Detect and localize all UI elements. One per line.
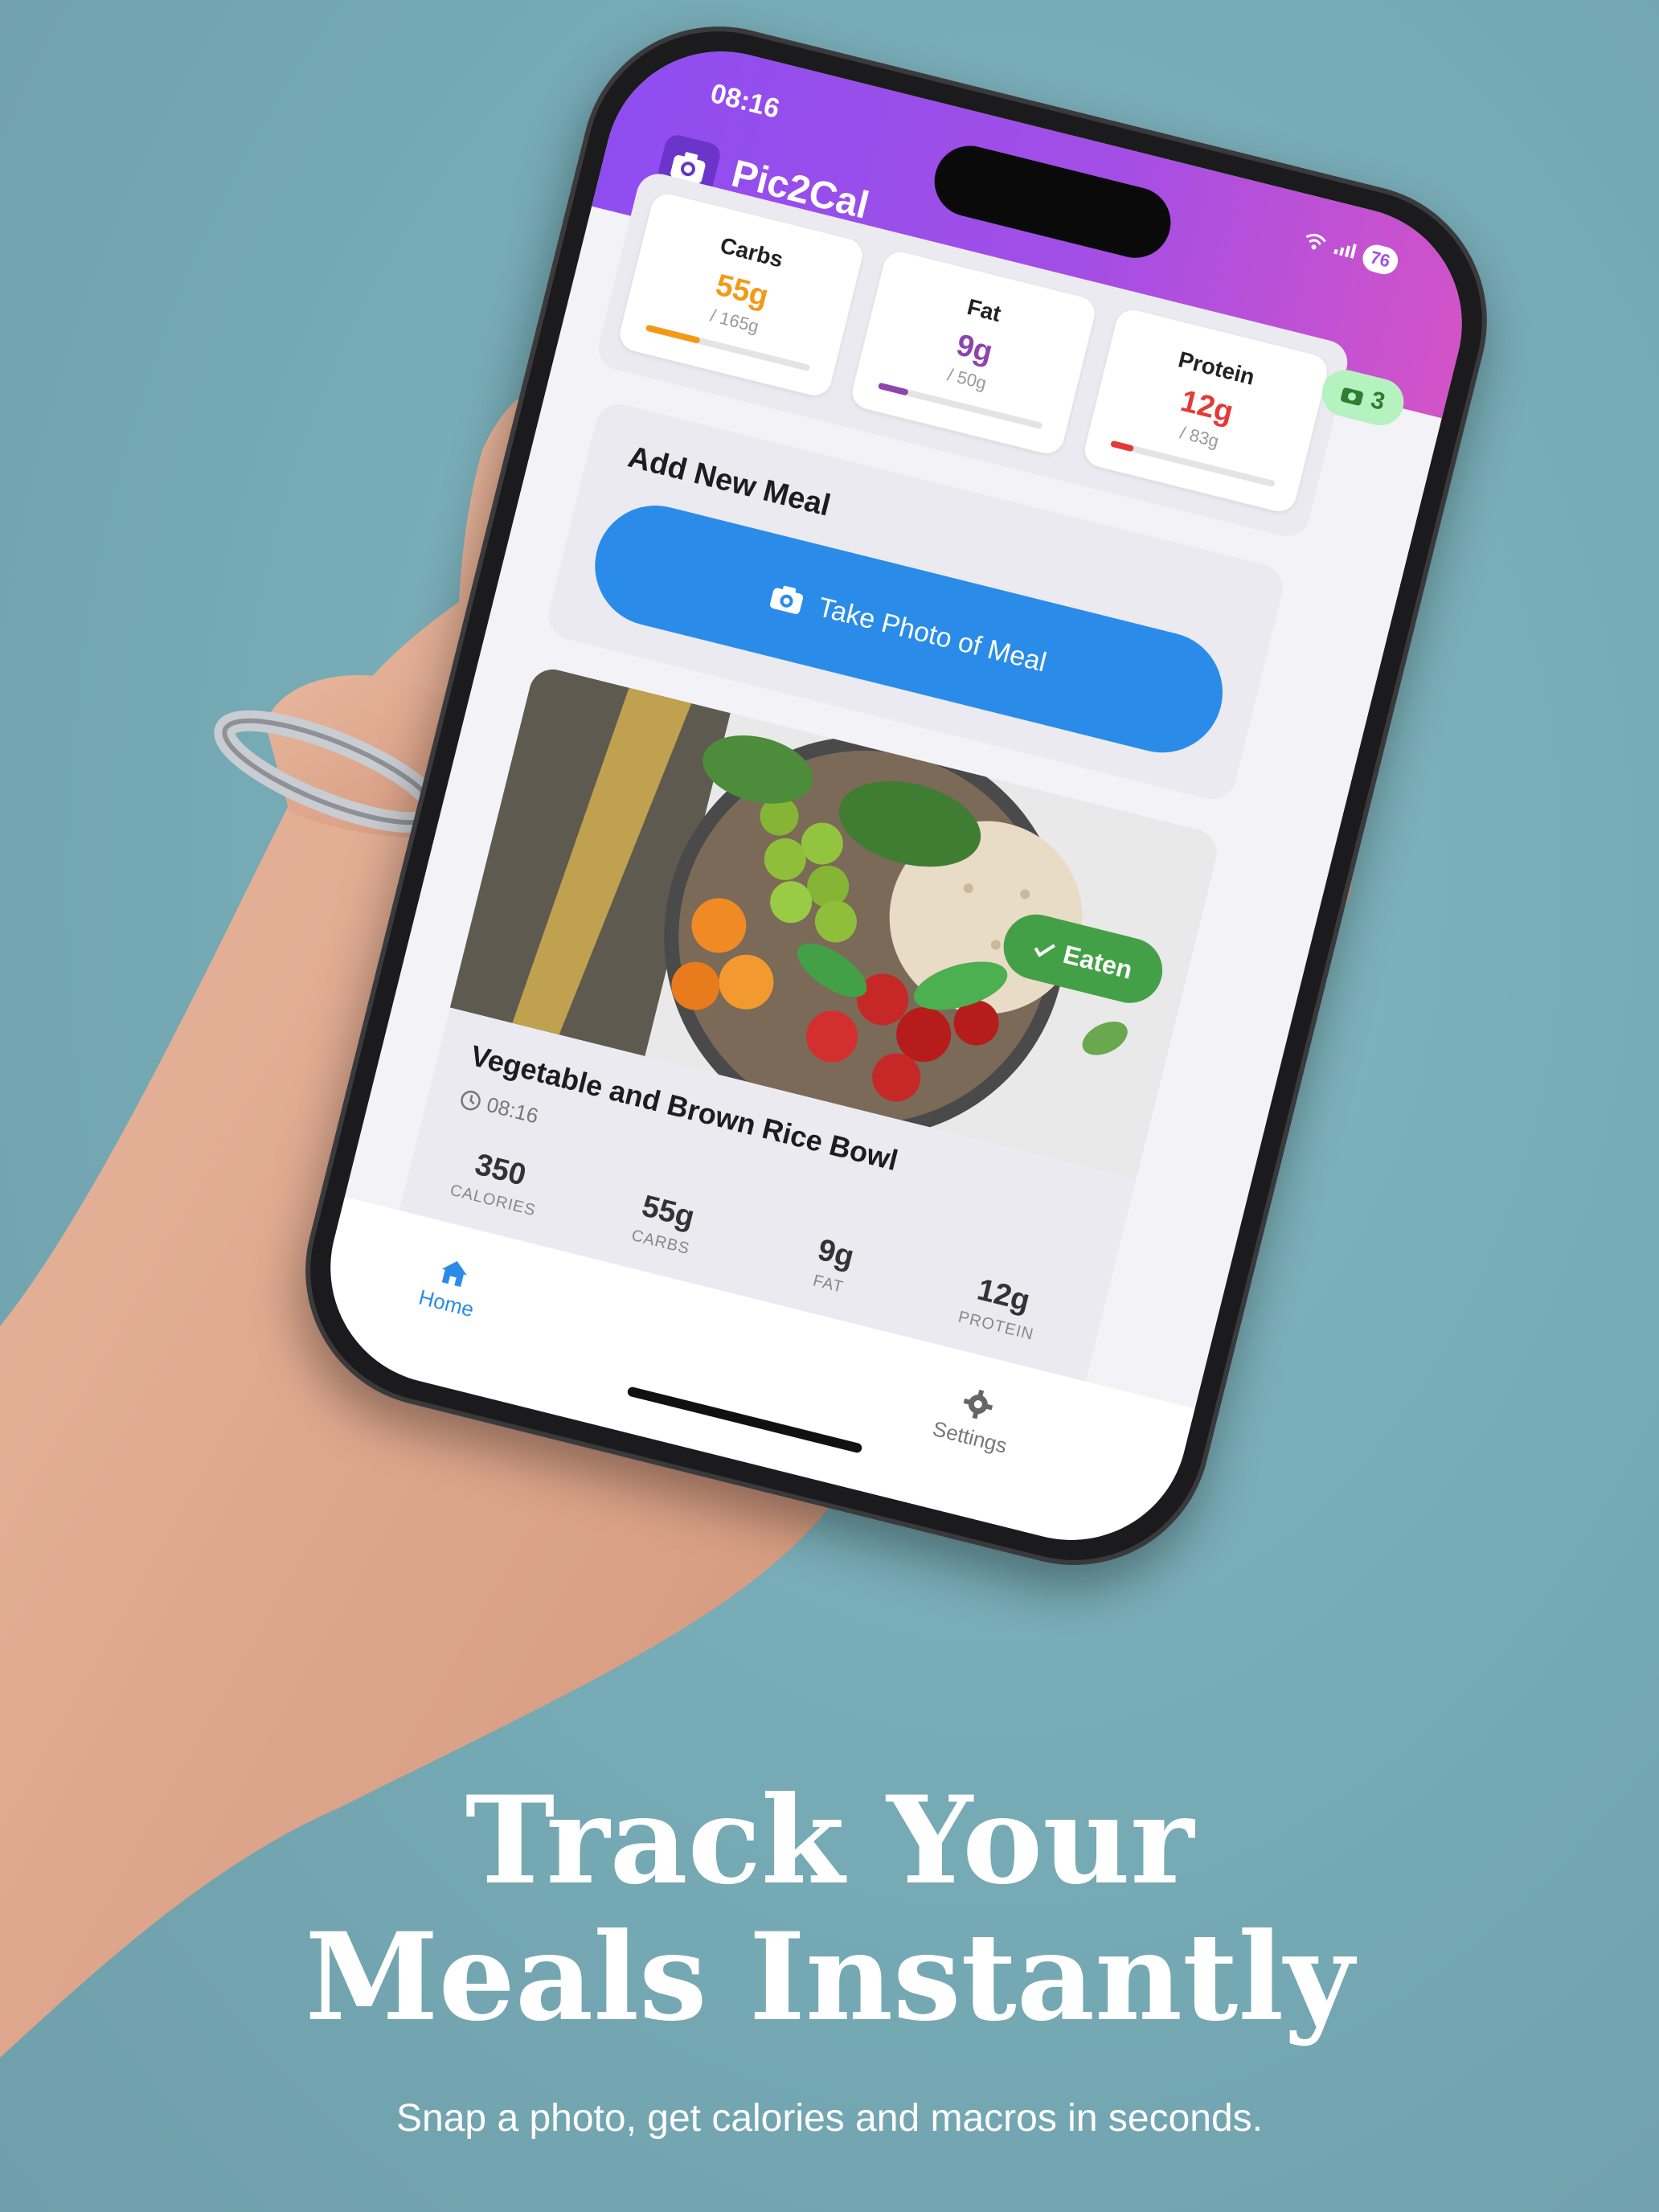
macro-progress-fill xyxy=(1110,440,1135,453)
macro-card-protein: Protein 12g / 83g xyxy=(1081,306,1331,515)
meal-time: 08:16 xyxy=(457,1086,541,1129)
nav-home-label: Home xyxy=(416,1284,477,1322)
stat-calories: 350 CALORIES xyxy=(420,1137,575,1227)
status-time: 08:16 xyxy=(707,77,783,125)
meal-time-value: 08:16 xyxy=(484,1092,541,1129)
eaten-label: Eaten xyxy=(1060,939,1136,985)
status-icons: 76 xyxy=(1301,227,1401,277)
headline-line-1: Track Your xyxy=(465,1770,1194,1911)
stat-carbs: 55g CARBS xyxy=(588,1178,743,1269)
stat-protein: 12g PROTEIN xyxy=(924,1262,1078,1353)
macro-progress-fill xyxy=(645,324,701,345)
photo-count: 3 xyxy=(1368,386,1388,416)
camera-icon xyxy=(770,585,804,615)
macro-progress-fill xyxy=(877,382,909,396)
camera-icon xyxy=(1341,387,1364,406)
take-photo-label: Take Photo of Meal xyxy=(815,591,1050,678)
check-icon xyxy=(1034,943,1055,957)
dynamic-island xyxy=(927,138,1178,266)
nav-settings[interactable]: Settings xyxy=(930,1379,1018,1458)
nav-home[interactable]: Home xyxy=(416,1251,485,1323)
macro-card-fat: Fat 9g / 50g xyxy=(848,248,1099,457)
nav-settings-label: Settings xyxy=(930,1415,1010,1458)
home-icon xyxy=(441,1260,467,1287)
marketing-subhead: Snap a photo, get calories and macros in… xyxy=(396,2097,1263,2140)
gear-icon xyxy=(963,1389,993,1419)
marketing-headline: Track Your Meals Instantly xyxy=(0,1772,1659,2046)
stat-fat: 9g FAT xyxy=(756,1220,910,1311)
clock-icon xyxy=(461,1090,481,1110)
battery-indicator: 76 xyxy=(1359,241,1401,277)
wifi-icon xyxy=(1301,228,1329,258)
signal-icon xyxy=(1330,236,1358,265)
macro-card-carbs: Carbs 55g / 165g xyxy=(616,190,866,399)
headline-line-2: Meals Instantly xyxy=(305,1907,1354,2048)
